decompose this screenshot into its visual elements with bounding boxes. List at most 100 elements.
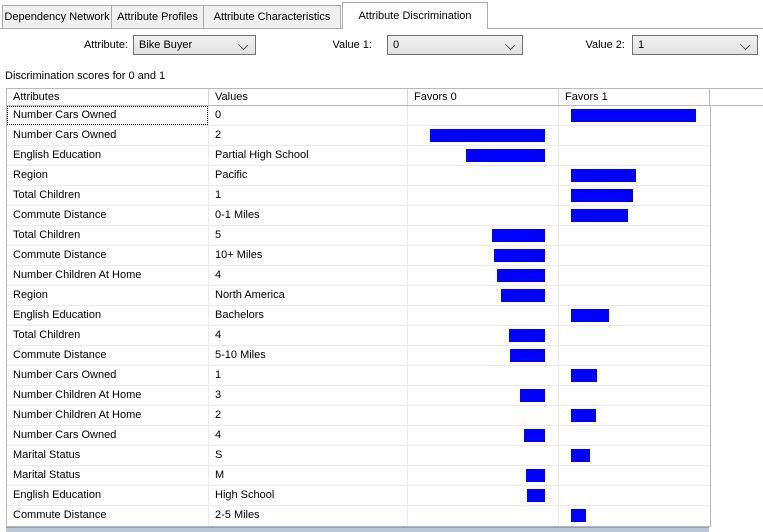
- favors-0-cell[interactable]: [408, 386, 559, 405]
- favors-0-cell[interactable]: [408, 186, 559, 205]
- favors-1-cell[interactable]: [559, 466, 710, 485]
- favors-1-cell[interactable]: [559, 446, 710, 465]
- value-cell[interactable]: 3: [209, 386, 408, 405]
- column-header-favors-0[interactable]: Favors 0: [408, 89, 559, 105]
- favors-1-cell[interactable]: [559, 186, 710, 205]
- attribute-cell[interactable]: English Education: [7, 306, 209, 325]
- favors-0-cell[interactable]: [408, 426, 559, 445]
- favors-0-cell[interactable]: [408, 266, 559, 285]
- tab-attribute-discrimination[interactable]: Attribute Discrimination: [342, 2, 488, 29]
- value-cell[interactable]: 4: [209, 326, 408, 345]
- attribute-cell[interactable]: English Education: [7, 146, 209, 165]
- table-row[interactable]: Number Cars Owned 4: [7, 426, 710, 446]
- table-row[interactable]: Number Children At Home 3: [7, 386, 710, 406]
- attribute-cell[interactable]: Total Children: [7, 226, 209, 245]
- table-row[interactable]: Number Cars Owned 2: [7, 126, 710, 146]
- favors-0-cell[interactable]: [408, 406, 559, 425]
- value-cell[interactable]: M: [209, 466, 408, 485]
- attribute-cell[interactable]: English Education: [7, 486, 209, 505]
- value-cell[interactable]: 2: [209, 406, 408, 425]
- value-cell[interactable]: Partial High School: [209, 146, 408, 165]
- favors-0-cell[interactable]: [408, 246, 559, 265]
- tab-dependency-network[interactable]: Dependency Network: [2, 5, 112, 28]
- favors-1-cell[interactable]: [559, 506, 710, 526]
- table-row[interactable]: Marital Status M: [7, 466, 710, 486]
- attribute-cell[interactable]: Number Cars Owned: [7, 126, 209, 145]
- favors-1-cell[interactable]: [559, 206, 710, 225]
- favors-1-cell[interactable]: [559, 266, 710, 285]
- table-row[interactable]: English Education Partial High School: [7, 146, 710, 166]
- favors-0-cell[interactable]: [408, 506, 559, 526]
- tab-attribute-characteristics[interactable]: Attribute Characteristics: [203, 5, 341, 28]
- value-cell[interactable]: 4: [209, 426, 408, 445]
- value-cell[interactable]: 5: [209, 226, 408, 245]
- table-row[interactable]: Commute Distance 10+ Miles: [7, 246, 710, 266]
- value-cell[interactable]: 2-5 Miles: [209, 506, 408, 526]
- favors-0-cell[interactable]: [408, 106, 559, 125]
- value-cell[interactable]: Pacific: [209, 166, 408, 185]
- value-cell[interactable]: 10+ Miles: [209, 246, 408, 265]
- table-row[interactable]: Number Children At Home 2: [7, 406, 710, 426]
- value-cell[interactable]: North America: [209, 286, 408, 305]
- attribute-cell[interactable]: Commute Distance: [7, 246, 209, 265]
- attribute-cell[interactable]: Number Cars Owned: [7, 106, 209, 125]
- table-row[interactable]: Commute Distance 2-5 Miles: [7, 506, 710, 526]
- favors-1-cell[interactable]: [559, 106, 710, 125]
- attribute-cell[interactable]: Commute Distance: [7, 346, 209, 365]
- favors-1-cell[interactable]: [559, 226, 710, 245]
- table-row[interactable]: Commute Distance 5-10 Miles: [7, 346, 710, 366]
- attribute-cell[interactable]: Total Children: [7, 326, 209, 345]
- table-row[interactable]: Marital Status S: [7, 446, 710, 466]
- attribute-cell[interactable]: Total Children: [7, 186, 209, 205]
- attribute-cell[interactable]: Number Cars Owned: [7, 366, 209, 385]
- favors-0-cell[interactable]: [408, 466, 559, 485]
- favors-0-cell[interactable]: [408, 306, 559, 325]
- table-row[interactable]: Number Cars Owned 0: [7, 106, 710, 126]
- value-cell[interactable]: 1: [209, 366, 408, 385]
- attribute-select[interactable]: Bike Buyer: [133, 35, 256, 55]
- favors-1-cell[interactable]: [559, 406, 710, 425]
- horizontal-scrollbar[interactable]: [6, 527, 709, 532]
- favors-1-cell[interactable]: [559, 146, 710, 165]
- favors-1-cell[interactable]: [559, 486, 710, 505]
- value-cell[interactable]: 0-1 Miles: [209, 206, 408, 225]
- attribute-cell[interactable]: Region: [7, 166, 209, 185]
- table-row[interactable]: English Education High School: [7, 486, 710, 506]
- attribute-cell[interactable]: Commute Distance: [7, 506, 209, 526]
- attribute-cell[interactable]: Number Cars Owned: [7, 426, 209, 445]
- attribute-cell[interactable]: Number Children At Home: [7, 386, 209, 405]
- attribute-cell[interactable]: Commute Distance: [7, 206, 209, 225]
- favors-1-cell[interactable]: [559, 286, 710, 305]
- tab-attribute-profiles[interactable]: Attribute Profiles: [111, 5, 204, 28]
- column-header-favors-1[interactable]: Favors 1: [559, 89, 710, 105]
- favors-0-cell[interactable]: [408, 326, 559, 345]
- value-cell[interactable]: 2: [209, 126, 408, 145]
- favors-1-cell[interactable]: [559, 126, 710, 145]
- favors-1-cell[interactable]: [559, 366, 710, 385]
- value-cell[interactable]: S: [209, 446, 408, 465]
- favors-1-cell[interactable]: [559, 246, 710, 265]
- favors-1-cell[interactable]: [559, 326, 710, 345]
- favors-0-cell[interactable]: [408, 346, 559, 365]
- table-row[interactable]: Total Children 4: [7, 326, 710, 346]
- value-cell[interactable]: 4: [209, 266, 408, 285]
- favors-0-cell[interactable]: [408, 206, 559, 225]
- value-cell[interactable]: 1: [209, 186, 408, 205]
- favors-1-cell[interactable]: [559, 166, 710, 185]
- favors-1-cell[interactable]: [559, 386, 710, 405]
- table-row[interactable]: Commute Distance 0-1 Miles: [7, 206, 710, 226]
- attribute-cell[interactable]: Number Children At Home: [7, 266, 209, 285]
- favors-0-cell[interactable]: [408, 126, 559, 145]
- table-row[interactable]: Total Children 1: [7, 186, 710, 206]
- favors-0-cell[interactable]: [408, 486, 559, 505]
- column-header-attributes[interactable]: Attributes: [7, 89, 209, 105]
- favors-0-cell[interactable]: [408, 286, 559, 305]
- favors-0-cell[interactable]: [408, 226, 559, 245]
- table-row[interactable]: Total Children 5: [7, 226, 710, 246]
- value-cell[interactable]: High School: [209, 486, 408, 505]
- table-row[interactable]: Region North America: [7, 286, 710, 306]
- favors-0-cell[interactable]: [408, 366, 559, 385]
- favors-0-cell[interactable]: [408, 446, 559, 465]
- attribute-cell[interactable]: Marital Status: [7, 466, 209, 485]
- value-cell[interactable]: 0: [209, 106, 408, 125]
